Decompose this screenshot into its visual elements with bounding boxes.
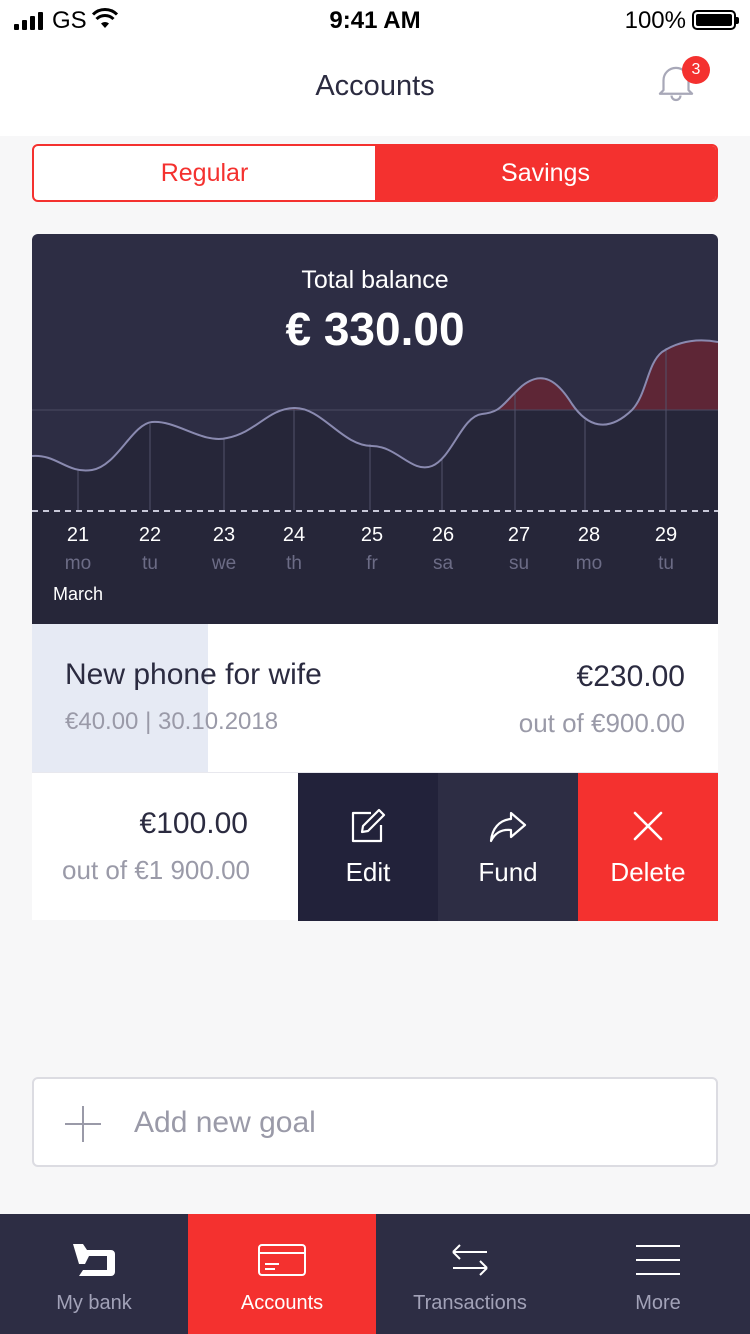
tab-my-bank[interactable]: My bank <box>0 1214 188 1334</box>
edit-label: Edit <box>345 857 391 887</box>
tab-accounts[interactable]: Accounts <box>188 1214 376 1334</box>
tab-label: Accounts <box>240 1292 324 1314</box>
add-goal-button[interactable]: Add new goal <box>32 1077 718 1167</box>
goal-target: out of €1 900.00 <box>62 855 250 885</box>
tab-bar: My bank Accounts Transactions More <box>0 1214 750 1334</box>
day-label[interactable]: 29 tu <box>636 524 696 575</box>
goal-target: out of €900.00 <box>518 708 685 738</box>
add-goal-label: Add new goal <box>134 1106 316 1139</box>
total-balance-value: € 330.00 <box>285 303 465 355</box>
tab-label: Transactions <box>413 1292 527 1314</box>
day-label[interactable]: 21 mo <box>48 524 108 575</box>
day-label[interactable]: 28 mo <box>559 524 619 575</box>
close-icon <box>633 811 663 841</box>
tab-regular[interactable]: Regular <box>34 146 375 200</box>
edit-icon <box>351 808 386 843</box>
bank-logo-icon <box>73 1244 115 1276</box>
account-type-toggle: Regular Savings <box>32 144 718 202</box>
card-icon <box>258 1244 306 1276</box>
day-label[interactable]: 22 tu <box>120 524 180 575</box>
balance-chart-card: Total balance € 330.00 21 mo 22 tu 23 we 24… <box>32 234 718 624</box>
share-arrow-icon <box>489 811 527 843</box>
page-title: Accounts <box>315 70 435 102</box>
delete-goal-button[interactable]: Delete <box>578 773 718 921</box>
day-label[interactable]: 27 su <box>489 524 549 575</box>
status-bar: GS 9:41 AM 100% <box>0 0 750 40</box>
day-label[interactable]: 23 we <box>194 524 254 575</box>
tab-transactions[interactable]: Transactions <box>376 1214 564 1334</box>
transfer-arrows-icon <box>452 1244 488 1276</box>
header: Accounts <box>0 40 750 136</box>
goal-saved-amount: €230.00 <box>576 660 685 693</box>
fund-label: Fund <box>478 857 538 887</box>
goal-saved-amount: €100.00 <box>139 807 248 840</box>
chart-area <box>32 410 718 624</box>
menu-icon <box>636 1245 680 1275</box>
day-label[interactable]: 24th <box>264 524 324 575</box>
goal-row-swiped[interactable]: €100.00 out of €1 900.00 Edit Fund Delet… <box>32 772 718 921</box>
battery-percent: 100% <box>624 7 686 34</box>
battery-icon <box>692 10 739 30</box>
tab-label: My bank <box>56 1292 132 1314</box>
month-label: March <box>53 584 104 604</box>
day-label[interactable]: 25 fr <box>342 524 402 575</box>
goal-row[interactable]: New phone for wife €40.00 | 30.10.2018 €… <box>32 624 718 772</box>
tab-label: More <box>635 1292 681 1314</box>
notification-badge: 3 <box>682 56 710 84</box>
tab-savings[interactable]: Savings <box>375 146 716 200</box>
goal-name: New phone for wife <box>65 658 322 691</box>
edit-goal-button[interactable]: Edit <box>298 773 438 921</box>
tab-more[interactable]: More <box>564 1214 750 1334</box>
total-balance-label: Total balance <box>301 266 449 294</box>
goal-progress-fill <box>32 624 208 772</box>
plus-icon <box>65 1106 101 1142</box>
fund-goal-button[interactable]: Fund <box>438 773 578 921</box>
goal-contribution: €40.00 | 30.10.2018 <box>65 708 279 735</box>
day-label[interactable]: 26 sa <box>413 524 473 575</box>
delete-label: Delete <box>610 857 686 887</box>
